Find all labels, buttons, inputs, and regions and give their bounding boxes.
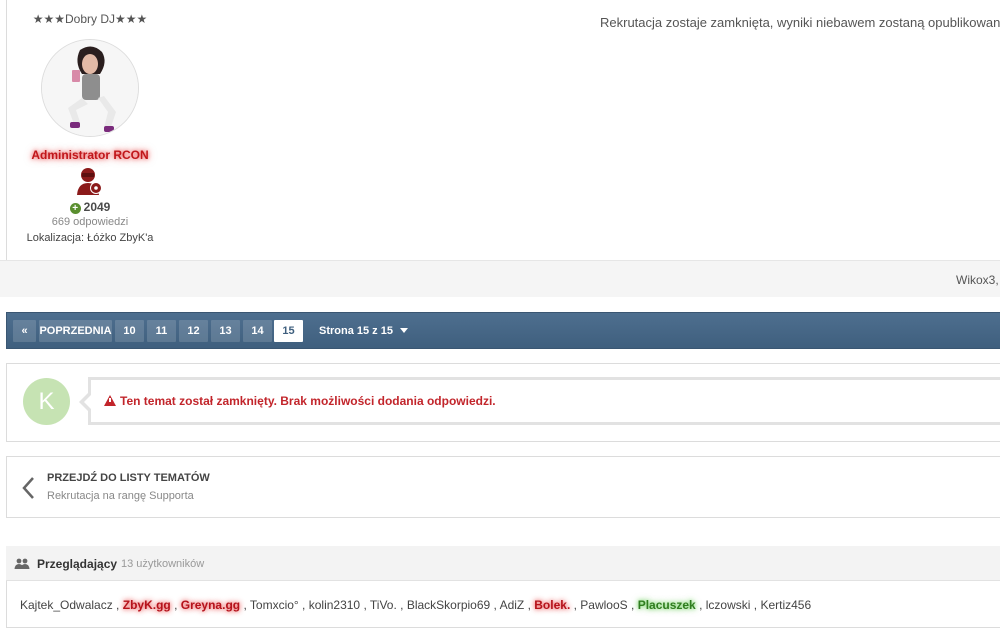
viewer-user-link[interactable]: Greyna.gg (181, 598, 240, 612)
viewer-separator: , (298, 598, 309, 612)
author-reply-count: 669 odpowiedzi (51, 216, 129, 228)
viewer-separator: , (170, 598, 181, 612)
viewer-user-link[interactable]: Kertiz456 (760, 598, 811, 612)
author-avatar[interactable] (41, 39, 139, 137)
page-button-15-current[interactable]: 15 (274, 320, 303, 342)
post-body-text: Rekrutacja zostaje zamknięta, wyniki nie… (600, 15, 1000, 30)
viewer-separator: , (360, 598, 370, 612)
viewers-title: Przeglądający (37, 557, 118, 571)
page-button-13[interactable]: 13 (211, 320, 240, 342)
viewer-user-link[interactable]: TiVo. (370, 598, 397, 612)
viewer-user-link[interactable]: kolin2310 (309, 598, 360, 612)
viewers-count: 13 użytkowników (121, 558, 205, 570)
page-info-label: Strona 15 z 15 (319, 325, 393, 337)
user-avatar-photo (42, 40, 138, 136)
author-rank-title: ★★★Dobry DJ★★★ (32, 12, 148, 26)
viewer-separator: , (695, 598, 706, 612)
plus-circle-icon: + (69, 203, 81, 214)
admin-badge-icon (74, 166, 104, 196)
post-footer (0, 260, 1000, 297)
page-jump-dropdown[interactable]: Strona 15 z 15 (319, 320, 409, 342)
back-to-topics-subtitle: Rekrutacja na rangę Supporta (47, 490, 194, 502)
viewer-user-link[interactable]: Placuszek (638, 598, 696, 612)
viewer-user-link[interactable]: Bolek. (534, 598, 570, 612)
reputation-value: 2049 (83, 200, 111, 214)
viewer-separator: , (570, 598, 581, 612)
author-location: Lokalizacja: Łóżko ZbyK'a (26, 232, 154, 244)
locked-message-text: Ten temat został zamknięty. Brak możliwo… (120, 394, 496, 408)
viewers-list: Kajtek_Odwalacz , ZbyK.gg , Greyna.gg , … (20, 598, 811, 612)
viewer-separator: , (490, 598, 500, 612)
viewer-separator: , (396, 598, 407, 612)
page-button-14[interactable]: 14 (243, 320, 272, 342)
page-button-10[interactable]: 10 (115, 320, 144, 342)
viewer-separator: , (627, 598, 638, 612)
warning-triangle-icon (104, 395, 116, 406)
viewer-user-link[interactable]: lczowski (706, 598, 751, 612)
viewer-user-link[interactable]: BlackSkorpio69 (407, 598, 490, 612)
chevron-left-icon (19, 475, 39, 501)
viewer-separator: , (112, 598, 123, 612)
viewer-user-link[interactable]: Kajtek_Odwalacz (20, 598, 113, 612)
users-icon (14, 557, 30, 569)
page-button-12[interactable]: 12 (179, 320, 208, 342)
viewer-user-link[interactable]: ZbyK.gg (123, 598, 171, 612)
first-page-button[interactable]: « (13, 320, 36, 342)
viewer-avatar: K (23, 378, 70, 425)
viewer-user-link[interactable]: AdiZ (500, 598, 525, 612)
viewer-separator: , (750, 598, 761, 612)
author-group-name[interactable]: Administrator RCON (0, 148, 180, 162)
back-to-topics-link[interactable] (6, 456, 1000, 518)
previous-page-button[interactable]: POPRZEDNIA (39, 320, 112, 342)
page-button-11[interactable]: 11 (147, 320, 176, 342)
viewer-user-link[interactable]: Tomxcio° (250, 598, 299, 612)
viewer-separator: , (524, 598, 535, 612)
viewer-separator: , (240, 598, 250, 612)
back-to-topics-title[interactable]: PRZEJDŹ DO LISTY TEMATÓW (47, 472, 210, 484)
locked-message: Ten temat został zamknięty. Brak możliwo… (104, 394, 496, 408)
post-likers[interactable]: Wikox3, (956, 273, 999, 287)
viewer-user-link[interactable]: PawlooS (580, 598, 627, 612)
caret-down-icon (400, 328, 409, 333)
author-reputation: +2049 (0, 200, 180, 214)
speech-arrow-inner (84, 395, 91, 409)
